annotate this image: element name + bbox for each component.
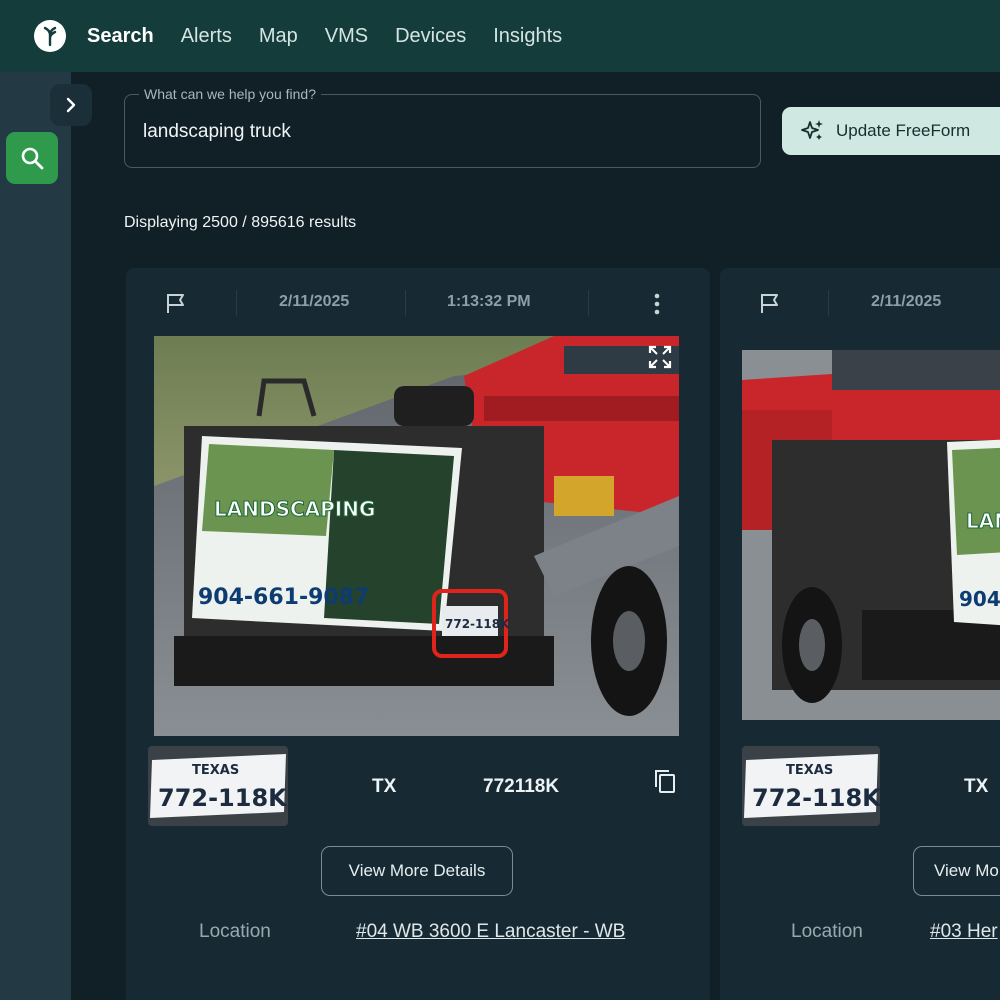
location-link[interactable]: #04 WB 3600 E Lancaster - WB: [356, 921, 625, 943]
sparkle-icon: [801, 120, 823, 140]
sign-phone: 904-661-9087: [198, 585, 369, 610]
copy-icon[interactable]: [652, 768, 678, 796]
header-divider: [236, 290, 237, 316]
result-card: 2/11/2025 LAN 904- TEXAS 772-118K TX Vie…: [720, 268, 1000, 1000]
plate-state-banner: TEXAS: [786, 763, 833, 778]
plate-number: 772118K: [483, 776, 560, 797]
left-rail: [0, 72, 71, 1000]
fullscreen-icon[interactable]: [647, 344, 673, 370]
flag-icon[interactable]: [758, 291, 782, 315]
search-field[interactable]: What can we help you find? landscaping t…: [124, 86, 761, 168]
flag-icon[interactable]: [164, 291, 188, 315]
top-nav: Search Alerts Map VMS Devices Insights: [0, 0, 1000, 72]
card-header: 2/11/2025 1:13:32 PM: [126, 268, 710, 338]
result-card: 2/11/2025 1:13:32 PM LANDSCAPING 904-661…: [126, 268, 710, 1000]
capture-time: 1:13:32 PM: [447, 293, 531, 310]
chevron-right-icon: [66, 97, 76, 113]
nav-devices[interactable]: Devices: [395, 25, 466, 48]
capture-date: 2/11/2025: [871, 293, 942, 310]
plate-thumbnail[interactable]: TEXAS 772-118K: [742, 746, 880, 826]
expand-rail-button[interactable]: [50, 84, 92, 126]
photo-plate-text: 772-118K: [445, 617, 510, 631]
search-legend: What can we help you find?: [139, 86, 321, 102]
view-more-details-button[interactable]: View More Details: [321, 846, 513, 896]
search-icon: [21, 147, 44, 170]
vehicle-photo[interactable]: LAN 904-: [742, 350, 1000, 720]
plate-thumb-number: 772-118K: [158, 784, 288, 812]
app-logo[interactable]: [34, 20, 66, 52]
sign-title: LANDSCAPING: [214, 497, 375, 521]
update-freeform-button[interactable]: Update FreeForm: [782, 107, 1000, 155]
location-link[interactable]: #03 Her: [930, 921, 998, 943]
logo-icon: [43, 26, 57, 47]
nav-vms[interactable]: VMS: [325, 25, 368, 48]
capture-date: 2/11/2025: [279, 293, 350, 310]
search-input[interactable]: landscaping truck: [143, 121, 291, 143]
plate-thumb-number: 772-118K: [752, 784, 880, 812]
vehicle-photo[interactable]: LANDSCAPING 904-661-9087 772-118K: [154, 336, 679, 736]
sign-title: LAN: [966, 509, 1000, 533]
location-label: Location: [791, 921, 863, 942]
nav-alerts[interactable]: Alerts: [181, 25, 232, 48]
update-freeform-label: Update FreeForm: [836, 121, 971, 140]
card-header: 2/11/2025: [720, 268, 1000, 338]
nav-insights[interactable]: Insights: [493, 25, 562, 48]
result-count: Displaying 2500 / 895616 results: [124, 214, 357, 231]
header-divider: [405, 290, 406, 316]
nav-search[interactable]: Search: [87, 25, 154, 48]
sign-phone: 904-: [959, 587, 1000, 611]
rail-search-button[interactable]: [6, 132, 58, 184]
plate-state: TX: [964, 776, 989, 797]
header-divider: [828, 290, 829, 316]
plate-state-banner: TEXAS: [192, 763, 239, 778]
more-options-icon[interactable]: [646, 291, 668, 317]
header-divider: [588, 290, 589, 316]
view-more-details-button[interactable]: View Mo: [913, 846, 1000, 896]
plate-thumbnail[interactable]: TEXAS 772-118K: [148, 746, 288, 826]
nav-map[interactable]: Map: [259, 25, 298, 48]
location-label: Location: [199, 921, 271, 942]
plate-state: TX: [372, 776, 397, 797]
